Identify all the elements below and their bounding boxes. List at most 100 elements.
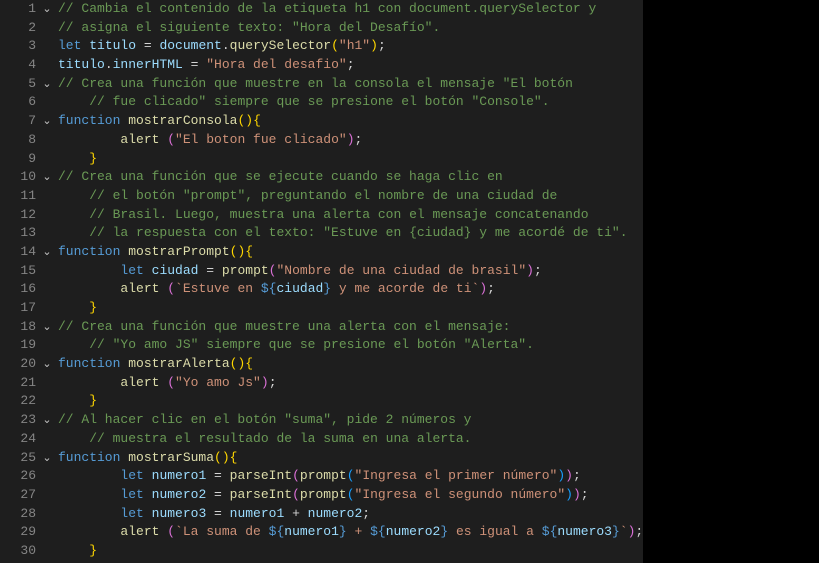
- token-brace2: (: [292, 487, 300, 502]
- code-line[interactable]: // Crea una función que muestre una aler…: [58, 318, 643, 337]
- code-line[interactable]: function mostrarSuma(){: [58, 449, 643, 468]
- token-brace2: (: [292, 468, 300, 483]
- token-prop: innerHTML: [113, 57, 183, 72]
- fold-spacer: [40, 505, 54, 524]
- code-line[interactable]: // Al hacer clic en el botón "suma", pid…: [58, 411, 643, 430]
- code-line[interactable]: // Crea una función que muestre en la co…: [58, 75, 643, 94]
- fold-toggle[interactable]: ⌄: [40, 411, 54, 430]
- token-keyword: function: [58, 113, 128, 128]
- code-line[interactable]: function mostrarAlerta(){: [58, 355, 643, 374]
- code-line[interactable]: function mostrarPrompt(){: [58, 243, 643, 262]
- code-area[interactable]: // Cambia el contenido de la etiqueta h1…: [54, 0, 643, 563]
- token-tplexpr: ${: [370, 524, 386, 539]
- fold-toggle[interactable]: ⌄: [40, 112, 54, 131]
- code-line[interactable]: let numero3 = numero1 + numero2;: [58, 505, 643, 524]
- token-brace1: }: [89, 393, 97, 408]
- fold-spacer: [40, 224, 54, 243]
- code-line[interactable]: // el botón "prompt", preguntando el nom…: [58, 187, 643, 206]
- token-string: "Ingresa el segundo número": [355, 487, 566, 502]
- token-var: numero2: [152, 487, 207, 502]
- code-line[interactable]: // asigna el siguiente texto: "Hora del …: [58, 19, 643, 38]
- chevron-down-icon[interactable]: ⌄: [42, 113, 51, 132]
- chevron-down-icon[interactable]: ⌄: [42, 1, 51, 20]
- chevron-down-icon[interactable]: ⌄: [42, 356, 51, 375]
- token-tplexpr: }: [440, 524, 448, 539]
- chevron-down-icon[interactable]: ⌄: [42, 76, 51, 95]
- token-var: numero1: [230, 506, 285, 521]
- line-number: 30: [0, 542, 36, 561]
- fold-spacer: [40, 93, 54, 112]
- token-funcname: parseInt: [230, 468, 292, 483]
- code-line[interactable]: // Brasil. Luego, muestra una alerta con…: [58, 206, 643, 225]
- line-number: 4: [0, 56, 36, 75]
- code-line[interactable]: // "Yo amo JS" siempre que se presione e…: [58, 336, 643, 355]
- fold-spacer: [40, 56, 54, 75]
- token-string: "Nombre de una ciudad de brasil": [276, 263, 526, 278]
- token-string: `Estuve en: [175, 281, 261, 296]
- token-string: es igual a: [448, 524, 542, 539]
- fold-toggle[interactable]: ⌄: [40, 243, 54, 262]
- fold-spacer: [40, 299, 54, 318]
- code-line[interactable]: // la respuesta con el texto: "Estuve en…: [58, 224, 643, 243]
- fold-spacer: [40, 150, 54, 169]
- line-number: 26: [0, 467, 36, 486]
- code-line[interactable]: alert ("El boton fue clicado");: [58, 131, 643, 150]
- code-line[interactable]: // fue clicado" siempre que se presione …: [58, 93, 643, 112]
- line-number: 29: [0, 523, 36, 542]
- fold-toggle[interactable]: ⌄: [40, 355, 54, 374]
- token-funcname: mostrarPrompt: [128, 244, 229, 259]
- code-line[interactable]: // muestra el resultado de la suma en un…: [58, 430, 643, 449]
- code-line[interactable]: function mostrarConsola(){: [58, 112, 643, 131]
- fold-toggle[interactable]: ⌄: [40, 449, 54, 468]
- code-line[interactable]: }: [58, 150, 643, 169]
- chevron-down-icon[interactable]: ⌄: [42, 412, 51, 431]
- code-line[interactable]: alert (`Estuve en ${ciudad} y me acorde …: [58, 280, 643, 299]
- fold-spacer: [40, 37, 54, 56]
- fold-toggle[interactable]: ⌄: [40, 0, 54, 19]
- chevron-down-icon[interactable]: ⌄: [42, 450, 51, 469]
- line-number: 27: [0, 486, 36, 505]
- fold-spacer: [40, 523, 54, 542]
- code-line[interactable]: alert (`La suma de ${numero1} + ${numero…: [58, 523, 643, 542]
- token-tplvar: numero3: [557, 524, 612, 539]
- token-brace2: (: [167, 375, 175, 390]
- line-number: 25: [0, 449, 36, 468]
- fold-spacer: [40, 467, 54, 486]
- code-line[interactable]: let titulo = document.querySelector("h1"…: [58, 37, 643, 56]
- code-line[interactable]: }: [58, 299, 643, 318]
- token-brace1: {: [253, 113, 261, 128]
- fold-toggle[interactable]: ⌄: [40, 168, 54, 187]
- fold-spacer: [40, 486, 54, 505]
- code-line[interactable]: // Cambia el contenido de la etiqueta h1…: [58, 0, 643, 19]
- code-line[interactable]: }: [58, 392, 643, 411]
- token-punct: ;: [534, 263, 542, 278]
- token-tplvar: ciudad: [276, 281, 323, 296]
- code-line[interactable]: let ciudad = prompt("Nombre de una ciuda…: [58, 262, 643, 281]
- code-line[interactable]: alert ("Yo amo Js");: [58, 374, 643, 393]
- chevron-down-icon[interactable]: ⌄: [42, 319, 51, 338]
- token-punct: =: [136, 38, 159, 53]
- token-var: numero1: [152, 468, 207, 483]
- code-line[interactable]: let numero1 = parseInt(prompt("Ingresa e…: [58, 467, 643, 486]
- fold-spacer: [40, 430, 54, 449]
- token-punct: ;: [581, 487, 589, 502]
- token-comment: // muestra el resultado de la suma en un…: [89, 431, 471, 446]
- line-number: 10: [0, 168, 36, 187]
- fold-toggle[interactable]: ⌄: [40, 75, 54, 94]
- token-keyword: let: [120, 487, 151, 502]
- chevron-down-icon[interactable]: ⌄: [42, 169, 51, 188]
- token-comment: // "Yo amo JS" siempre que se presione e…: [89, 337, 534, 352]
- code-line[interactable]: // Crea una función que se ejecute cuand…: [58, 168, 643, 187]
- token-punct: ;: [355, 132, 363, 147]
- token-brace3: (: [347, 487, 355, 502]
- code-line[interactable]: let numero2 = parseInt(prompt("Ingresa e…: [58, 486, 643, 505]
- line-number: 18: [0, 318, 36, 337]
- chevron-down-icon[interactable]: ⌄: [42, 244, 51, 263]
- fold-toggle[interactable]: ⌄: [40, 318, 54, 337]
- code-line[interactable]: titulo.innerHTML = "Hora del desafio";: [58, 56, 643, 75]
- code-editor[interactable]: 1234567891011121314151617181920212223242…: [0, 0, 819, 563]
- code-line[interactable]: }: [58, 542, 643, 561]
- token-string: "Hora del desafio": [206, 57, 346, 72]
- token-tplexpr: }: [612, 524, 620, 539]
- token-keyword: let: [120, 468, 151, 483]
